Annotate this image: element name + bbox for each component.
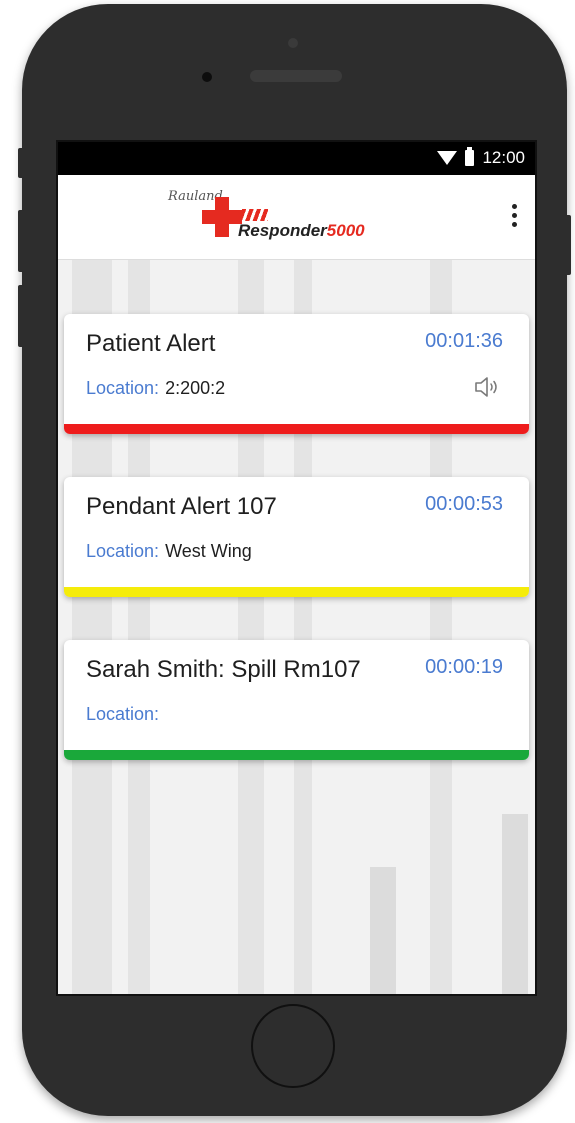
proximity-sensor [288, 38, 298, 48]
alert-card[interactable]: Patient Alert 00:01:36 Location: 2:200:2 [64, 314, 529, 434]
alert-location: Location: 2:200:2 [86, 378, 225, 399]
location-label: Location: [86, 541, 160, 561]
more-vert-icon[interactable] [509, 199, 519, 231]
background-pillar [502, 814, 528, 994]
location-value: West Wing [165, 541, 252, 561]
logo-product-number: 5000 [326, 221, 365, 240]
power-button[interactable] [565, 215, 571, 275]
alert-location: Location: [86, 704, 165, 725]
status-clock: 12:00 [482, 148, 525, 167]
logo-product-text: Responder5000 [238, 221, 365, 241]
alert-card[interactable]: Pendant Alert 107 00:00:53 Location: West… [64, 477, 529, 597]
alert-card[interactable]: Sarah Smith: Spill Rm107 00:00:19 Locati… [64, 640, 529, 760]
alert-timer: 00:01:36 [425, 330, 503, 352]
battery-icon [465, 147, 475, 166]
responder-logo: Rauland Responder5000 [168, 189, 378, 245]
app-bar: Rauland Responder5000 [58, 175, 535, 260]
logo-product-name: Responder [238, 221, 327, 240]
location-label: Location: [86, 378, 160, 398]
volume-up-button[interactable] [18, 210, 24, 272]
alert-title: Patient Alert [86, 330, 216, 357]
priority-bar-green [64, 750, 529, 760]
phone-frame: 12:00 Rauland Responder5000 Patient Aler… [22, 4, 567, 1116]
alert-timer: 00:00:19 [425, 656, 503, 678]
home-button[interactable] [251, 1004, 335, 1088]
alert-location: Location: West Wing [86, 541, 252, 562]
logo-stripes [242, 209, 268, 221]
speaker-icon[interactable] [473, 374, 503, 400]
alert-title: Pendant Alert 107 [86, 493, 277, 520]
front-camera [202, 72, 212, 82]
earpiece-speaker [250, 70, 342, 82]
logo-cross-icon [202, 197, 242, 237]
wifi-icon [437, 151, 458, 165]
status-bar: 12:00 [58, 142, 535, 175]
phone-screen: 12:00 Rauland Responder5000 Patient Aler… [56, 140, 537, 996]
location-label: Location: [86, 704, 160, 724]
location-value: 2:200:2 [165, 378, 226, 398]
volume-down-button[interactable] [18, 285, 24, 347]
alert-title: Sarah Smith: Spill Rm107 [86, 656, 361, 683]
priority-bar-red [64, 424, 529, 434]
alert-timer: 00:00:53 [425, 493, 503, 515]
background-pillar [370, 867, 396, 994]
priority-bar-yellow [64, 587, 529, 597]
mute-switch[interactable] [18, 148, 24, 178]
